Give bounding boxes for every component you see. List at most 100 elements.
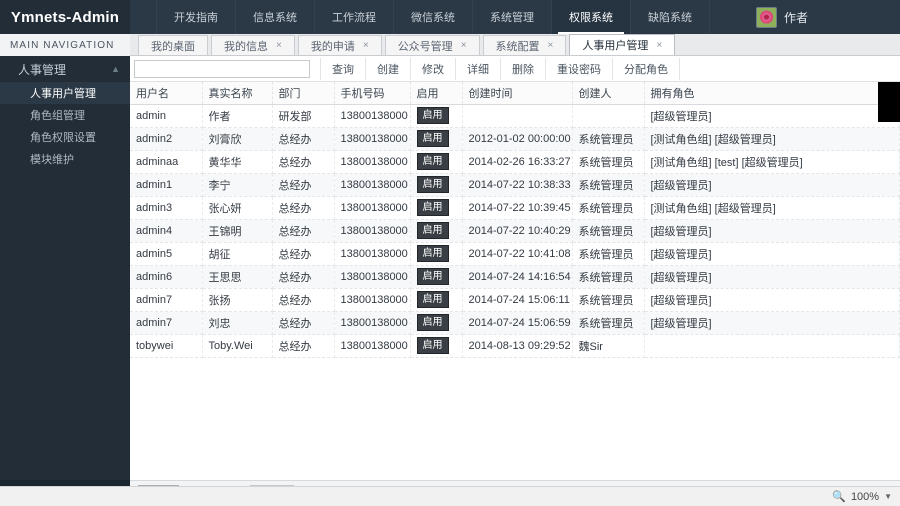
sidebar-group-hr[interactable]: 人事管理 ▲ <box>0 56 130 82</box>
table-row[interactable]: tobywei Toby.Wei 总经办 13800138000 启用 2014-08-1… <box>130 334 900 358</box>
cell-0: admin2 <box>130 127 203 151</box>
tab-5[interactable]: 人事用户管理 × <box>569 34 676 55</box>
app-brand[interactable]: Ymnets-Admin <box>0 0 130 34</box>
close-icon[interactable]: × <box>548 40 554 51</box>
close-icon[interactable]: × <box>461 40 467 51</box>
status-badge[interactable]: 启用 <box>416 314 449 331</box>
cell-1: 张心妍 <box>202 196 273 220</box>
zoom-level-label: 100% <box>850 490 880 503</box>
table-row[interactable]: admin7 张扬 总经办 13800138000 启用 2014-07-24 15:06… <box>130 288 900 312</box>
cell-5: 2014-07-24 14:16:54 <box>462 265 573 289</box>
user-name[interactable]: 作者 <box>784 9 808 26</box>
status-badge[interactable]: 启用 <box>416 176 449 193</box>
cell-2: 总经办 <box>272 219 335 243</box>
toolbar-button-0[interactable]: 查询 <box>320 57 366 80</box>
column-header-5[interactable]: 创建时间 <box>462 82 573 105</box>
top-nav-item-5[interactable]: 权限系统 <box>551 0 630 34</box>
sidebar-item-2[interactable]: 角色权限设置 <box>0 126 130 148</box>
toolbar-button-5[interactable]: 重设密码 <box>546 57 613 80</box>
status-badge[interactable]: 启用 <box>416 153 449 170</box>
table-row[interactable]: admin 作者 研发部 13800138000 启用 [超级管理员] <box>130 104 900 128</box>
toolbar-button-6[interactable]: 分配角色 <box>613 57 680 80</box>
cell-3: 13800138000 <box>334 173 411 197</box>
status-badge[interactable]: 启用 <box>416 268 449 285</box>
caret-down-icon[interactable]: ▼ <box>884 492 892 501</box>
status-badge-cell: 启用 <box>410 219 463 243</box>
sidebar-item-0[interactable]: 人事用户管理 <box>0 82 130 104</box>
column-header-0[interactable]: 用户名 <box>130 82 203 105</box>
tab-0[interactable]: 我的桌面 <box>138 35 208 55</box>
cell-0: admin6 <box>130 265 203 289</box>
cell-6: 系统管理员 <box>572 196 645 220</box>
close-icon[interactable]: × <box>656 40 662 51</box>
search-input[interactable] <box>134 59 310 78</box>
column-header-3[interactable]: 手机号码 <box>334 82 411 105</box>
status-badge-cell: 启用 <box>410 242 463 266</box>
table-row[interactable]: admin6 王思思 总经办 13800138000 启用 2014-07-24 14:1… <box>130 265 900 289</box>
flower-avatar-icon[interactable] <box>755 6 777 28</box>
cell-0: admin1 <box>130 173 203 197</box>
cell-3: 13800138000 <box>334 242 411 266</box>
status-badge[interactable]: 启用 <box>416 291 449 308</box>
table-row[interactable]: admin5 胡征 总经办 13800138000 启用 2014-07-22 10:41… <box>130 242 900 266</box>
occluding-black-block <box>878 82 900 122</box>
table-row[interactable]: admin3 张心妍 总经办 13800138000 启用 2014-07-22 10:3… <box>130 196 900 220</box>
table-row[interactable]: admin1 李宁 总经办 13800138000 启用 2014-07-22 10:38… <box>130 173 900 197</box>
toolbar-button-1[interactable]: 创建 <box>366 57 411 80</box>
status-badge-cell: 启用 <box>410 334 463 358</box>
tab-3[interactable]: 公众号管理 × <box>384 35 480 55</box>
close-icon[interactable]: × <box>363 40 369 51</box>
table-body: admin 作者 研发部 13800138000 启用 [超级管理员] admin2 刘膏欣总… <box>130 104 900 358</box>
cell-6: 系统管理员 <box>572 265 645 289</box>
top-nav-item-3[interactable]: 微信系统 <box>393 0 472 34</box>
status-badge[interactable]: 启用 <box>416 245 449 262</box>
sidebar-item-1[interactable]: 角色组管理 <box>0 104 130 126</box>
cell-5: 2014-07-22 10:39:45 <box>462 196 573 220</box>
column-header-2[interactable]: 部门 <box>272 82 335 105</box>
status-badge-cell: 启用 <box>410 311 463 335</box>
sidebar-item-list: 人事用户管理 角色组管理 角色权限设置 模块维护 <box>0 82 130 170</box>
toolbar-button-2[interactable]: 修改 <box>411 57 456 80</box>
top-nav-item-6[interactable]: 缺陷系统 <box>630 0 710 34</box>
table-row[interactable]: admin4 王锦明 总经办 13800138000 启用 2014-07-22 10:4… <box>130 219 900 243</box>
column-header-1[interactable]: 真实名称 <box>202 82 273 105</box>
toolbar-button-4[interactable]: 删除 <box>501 57 546 80</box>
top-nav-item-0[interactable]: 开发指南 <box>156 0 235 34</box>
sidebar-item-3[interactable]: 模块维护 <box>0 148 130 170</box>
cell-3: 13800138000 <box>334 150 411 174</box>
toolbar-button-group: 查询 创建 修改 详细 删除 重设密码 分配角色 <box>320 57 680 80</box>
cell-3: 13800138000 <box>334 311 411 335</box>
table-row[interactable]: admin2 刘膏欣 总经办 13800138000 启用 2012-01-02 00:0… <box>130 127 900 151</box>
cell-7: [超级管理员] <box>644 265 900 289</box>
column-header-4[interactable]: 启用 <box>410 82 463 105</box>
status-badge-cell: 启用 <box>410 127 463 151</box>
sidebar: MAIN NAVIGATION 人事管理 ▲ 人事用户管理 角色组管理 角色权限设置… <box>0 34 130 506</box>
cell-0: admin <box>130 104 203 128</box>
status-badge[interactable]: 启用 <box>416 130 449 147</box>
tab-2[interactable]: 我的申请 × <box>297 35 382 55</box>
tab-strip: 我的桌面 我的信息 × 我的申请 × 公众号管理 × 系统配置 × 人事用户管理 × <box>130 34 900 56</box>
status-badge[interactable]: 启用 <box>416 107 449 124</box>
magnifier-icon[interactable]: 🔍 <box>832 490 846 503</box>
status-badge[interactable]: 启用 <box>416 199 449 216</box>
tab-1[interactable]: 我的信息 × <box>211 35 295 55</box>
table-row[interactable]: adminaa 黄华华 总经办 13800138000 启用 2014-02-26 16:… <box>130 150 900 174</box>
status-badge[interactable]: 启用 <box>416 337 449 354</box>
status-badge-cell: 启用 <box>410 196 463 220</box>
cell-2: 总经办 <box>272 242 335 266</box>
top-nav-item-2[interactable]: 工作流程 <box>314 0 393 34</box>
tab-label: 公众号管理 <box>397 40 453 53</box>
cell-1: 王思思 <box>202 265 273 289</box>
top-nav-item-1[interactable]: 信息系统 <box>235 0 314 34</box>
cell-5: 2014-08-13 09:29:52 <box>462 334 573 358</box>
close-icon[interactable]: × <box>276 40 282 51</box>
top-nav-item-4[interactable]: 系统管理 <box>472 0 551 34</box>
column-header-7[interactable]: 拥有角色 <box>644 82 900 105</box>
toolbar-button-3[interactable]: 详细 <box>456 57 501 80</box>
status-badge[interactable]: 启用 <box>416 222 449 239</box>
column-header-6[interactable]: 创建人 <box>572 82 645 105</box>
cell-2: 总经办 <box>272 173 335 197</box>
cell-1: Toby.Wei <box>202 334 273 358</box>
table-row[interactable]: admin7 刘忠 总经办 13800138000 启用 2014-07-24 15:06… <box>130 311 900 335</box>
tab-4[interactable]: 系统配置 × <box>482 35 567 55</box>
